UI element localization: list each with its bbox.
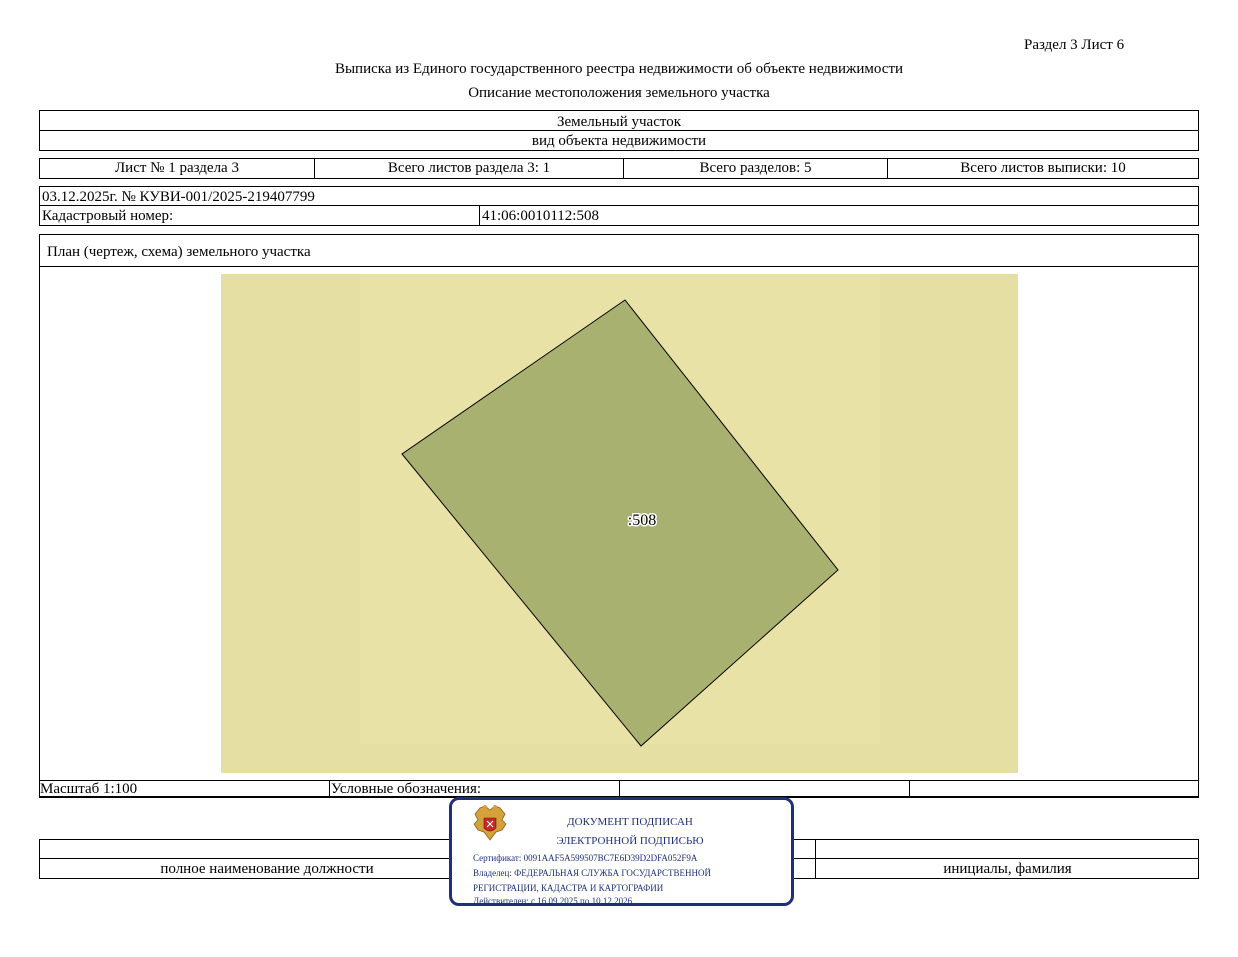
legend-empty-cell xyxy=(620,781,910,797)
object-type-box: Земельный участок вид объекта недвижимос… xyxy=(39,110,1199,151)
document-info-box: 03.12.2025г. № КУВИ-001/2025-219407799 К… xyxy=(39,186,1199,226)
name-caption: инициалы, фамилия xyxy=(943,861,1072,877)
position-caption: полное наименование должности xyxy=(160,861,374,877)
total-sheets-extract: Всего листов выписки: 10 xyxy=(960,160,1126,176)
legend-label: Условные обозначения: xyxy=(330,781,620,797)
stamp-certificate: Сертификат: 0091AAF5A599507BC7E6D39D2DFA… xyxy=(473,853,698,863)
legend-row: Масштаб 1:100 Условные обозначения: xyxy=(39,780,1199,798)
parcel-plan-map: :508 xyxy=(221,274,1018,773)
sheets-row: Лист № 1 раздела 3 Всего листов раздела … xyxy=(39,158,1199,179)
total-sections: Всего разделов: 5 xyxy=(624,159,888,178)
divider xyxy=(40,130,1198,131)
document-subtitle: Описание местоположения земельного участ… xyxy=(468,85,770,101)
divider xyxy=(40,205,1198,206)
total-sheets-section: Всего листов раздела 3: 1 xyxy=(315,159,624,178)
stamp-line1: ДОКУМЕНТ ПОДПИСАН xyxy=(567,816,693,828)
parcel-label: :508 xyxy=(628,512,656,529)
section-sheet-label: Раздел 3 Лист 6 xyxy=(1024,37,1125,53)
stamp-owner-line1: Владелец: ФЕДЕРАЛЬНАЯ СЛУЖБА ГОСУДАРСТВЕ… xyxy=(473,868,712,878)
cadastral-label: Кадастровый номер: xyxy=(42,208,174,224)
stamp-validity: Действителен: с 16.09.2025 по 10.12.2026 xyxy=(473,896,633,906)
object-type: Земельный участок xyxy=(556,114,682,130)
document-title: Выписка из Единого государственного реес… xyxy=(334,61,904,77)
cadastral-number: 41:06:0010112:508 xyxy=(482,208,599,224)
divider xyxy=(40,266,1198,267)
scale-label: Масштаб 1:100 xyxy=(40,781,330,797)
plan-heading: План (чертеж, схема) земельного участка xyxy=(47,244,311,260)
stamp-line2: ЭЛЕКТРОННОЙ ПОДПИСЬЮ xyxy=(556,835,704,847)
divider xyxy=(479,205,480,225)
stamp-owner-line2: РЕГИСТРАЦИИ, КАДАСТРА И КАРТОГРАФИИ xyxy=(473,883,664,893)
electronic-signature-stamp: ДОКУМЕНТ ПОДПИСАН ЭЛЕКТРОННОЙ ПОДПИСЬЮ С… xyxy=(449,797,794,906)
date-number: 03.12.2025г. № КУВИ-001/2025-219407799 xyxy=(42,189,315,205)
sheet-number: Лист № 1 раздела 3 xyxy=(40,159,315,178)
object-type-caption: вид объекта недвижимости xyxy=(531,133,707,149)
legend-empty-cell xyxy=(910,781,1198,797)
